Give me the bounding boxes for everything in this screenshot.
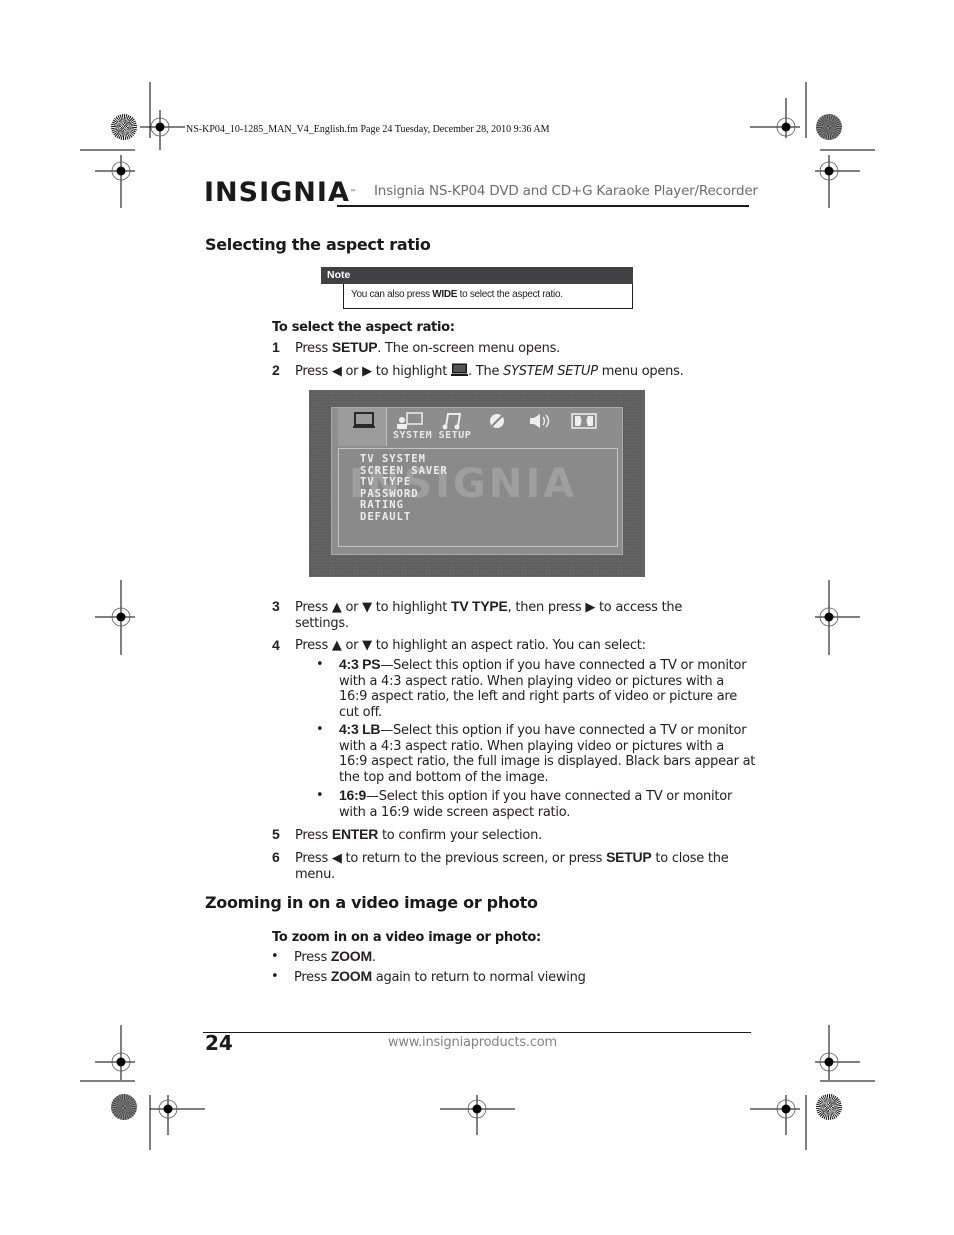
step-number: 3 <box>272 598 280 614</box>
bullet: • <box>271 949 279 964</box>
note-text-before: You can also press <box>351 289 433 300</box>
bullet-keyword: ZOOM <box>330 968 372 984</box>
step-number: 2 <box>272 362 280 378</box>
insignia-logo: INSIGNIA™ <box>204 178 357 208</box>
step-keyword: TV TYPE <box>451 598 508 614</box>
color-registration-icon <box>816 1094 842 1120</box>
step-keyword: SETUP <box>606 849 652 865</box>
step-number: 6 <box>272 849 280 865</box>
step-number: 1 <box>272 339 280 355</box>
music-note-icon <box>442 413 462 430</box>
osd-title: SYSTEM SETUP <box>393 430 472 441</box>
footer-url[interactable]: www.insigniaproducts.com <box>388 1035 557 1050</box>
procedure-title-zoom: To zoom in on a video image or photo: <box>272 930 541 945</box>
section-heading-zooming: Zooming in on a video image or photo <box>205 893 538 912</box>
step-text: Press ▲ or ▼ to highlight an aspect rati… <box>295 638 646 653</box>
disc-icon <box>490 414 504 428</box>
step-1: 1 Press SETUP. The on-screen menu opens. <box>272 339 752 357</box>
note-label: Note <box>321 267 633 284</box>
color-registration-icon <box>111 1094 137 1120</box>
note-text-after: to select the aspect ratio. <box>457 289 563 300</box>
trademark-symbol: ™ <box>349 189 357 196</box>
zoom-bullet-1: • Press ZOOM. <box>271 948 711 966</box>
bullet: • <box>316 657 324 672</box>
step-5: 5 Press ENTER to confirm your selection. <box>272 826 752 844</box>
step-text: . The <box>468 364 504 379</box>
step-text: Press ◀ to return to the previous screen… <box>295 851 607 866</box>
step-text: Press <box>295 828 332 843</box>
option-text: —Select this option if you have connecte… <box>339 658 747 720</box>
step-text: Press <box>295 341 332 356</box>
note-keyword: WIDE <box>432 289 458 300</box>
osd-menu-item: PASSWORD <box>360 487 419 500</box>
step-3: 3 Press ▲ or ▼ to highlight TV TYPE, the… <box>272 598 712 631</box>
zoom-bullet-2: • Press ZOOM again to return to normal v… <box>271 968 711 986</box>
step-4: 4 Press ▲ or ▼ to highlight an aspect ra… <box>272 637 752 654</box>
step-number: 4 <box>272 637 280 653</box>
header-title: Insignia NS-KP04 DVD and CD+G Karaoke Pl… <box>374 183 758 199</box>
option-keyword: 4:3 PS <box>339 656 381 672</box>
bullet-text: Press <box>294 950 331 965</box>
step-keyword: ENTER <box>331 826 379 842</box>
speaker-icon <box>530 414 550 428</box>
bullet: • <box>271 969 279 984</box>
footer-rule <box>203 1032 751 1033</box>
step-text: Press ▲ or ▼ to highlight <box>295 600 452 615</box>
step-text: menu opens. <box>597 364 684 379</box>
osd-menu-item: RATING <box>360 499 404 511</box>
osd-menu-item: DEFAULT <box>360 510 412 523</box>
bullet-text: Press <box>294 970 331 985</box>
system-setup-screenshot: SYSTEM SETUP INSIGNIA TV SYSTEM SCREEN S… <box>309 390 645 577</box>
logo-text: INSIGNIA <box>204 177 350 208</box>
procedure-title-aspect: To select the aspect ratio: <box>272 320 455 335</box>
bullet: • <box>316 722 324 737</box>
option-4-3-lb: • 4:3 LB—Select this option if you have … <box>316 721 756 785</box>
step-text: to confirm your selection. <box>378 828 542 843</box>
note-text: You can also press WIDE to select the as… <box>343 284 633 309</box>
step-number: 5 <box>272 826 280 842</box>
bullet-text: again to return to normal viewing <box>371 970 586 985</box>
step-text: Press ◀ or ▶ to highlight <box>295 364 452 379</box>
osd-menu-item: TV TYPE <box>360 476 412 488</box>
step-text: . The on-screen menu opens. <box>377 341 560 356</box>
osd-menu-item: SCREEN SAVER <box>360 464 448 477</box>
osd-menu-panel: INSIGNIA TV SYSTEM SCREEN SAVER TV TYPE … <box>338 448 618 547</box>
section-heading-aspect-ratio: Selecting the aspect ratio <box>205 235 431 254</box>
monitor-icon <box>451 363 469 376</box>
step-emphasis: SYSTEM SETUP <box>503 364 598 379</box>
step-keyword: SETUP <box>331 339 378 355</box>
option-4-3-ps: • 4:3 PS—Select this option if you have … <box>316 656 756 720</box>
page-number: 24 <box>205 1031 233 1055</box>
bullet-keyword: ZOOM <box>330 948 372 964</box>
person-screen-icon <box>397 412 423 429</box>
note-box: Note You can also press WIDE to select t… <box>321 267 633 309</box>
monitor-icon <box>353 412 375 428</box>
option-keyword: 4:3 LB <box>339 721 381 737</box>
step-2: 2 Press ◀ or ▶ to highlight . The SYSTEM… <box>272 362 752 380</box>
osd-menu-frame: SYSTEM SETUP INSIGNIA TV SYSTEM SCREEN S… <box>331 407 623 555</box>
header-rule <box>337 205 749 207</box>
print-slugline: NS-KP04_10-1285_MAN_V4_English.fm Page 2… <box>186 124 550 135</box>
osd-menu-item: TV SYSTEM <box>360 453 426 465</box>
option-16-9: • 16:9—Select this option if you have co… <box>316 787 756 820</box>
dolby-icon <box>571 413 597 429</box>
bullet: • <box>316 788 324 803</box>
step-6: 6 Press ◀ to return to the previous scre… <box>272 849 742 882</box>
option-text: —Select this option if you have connecte… <box>339 723 756 785</box>
option-text: —Select this option if you have connecte… <box>339 789 733 820</box>
bullet-text: . <box>371 950 376 965</box>
option-keyword: 16:9 <box>339 787 367 803</box>
